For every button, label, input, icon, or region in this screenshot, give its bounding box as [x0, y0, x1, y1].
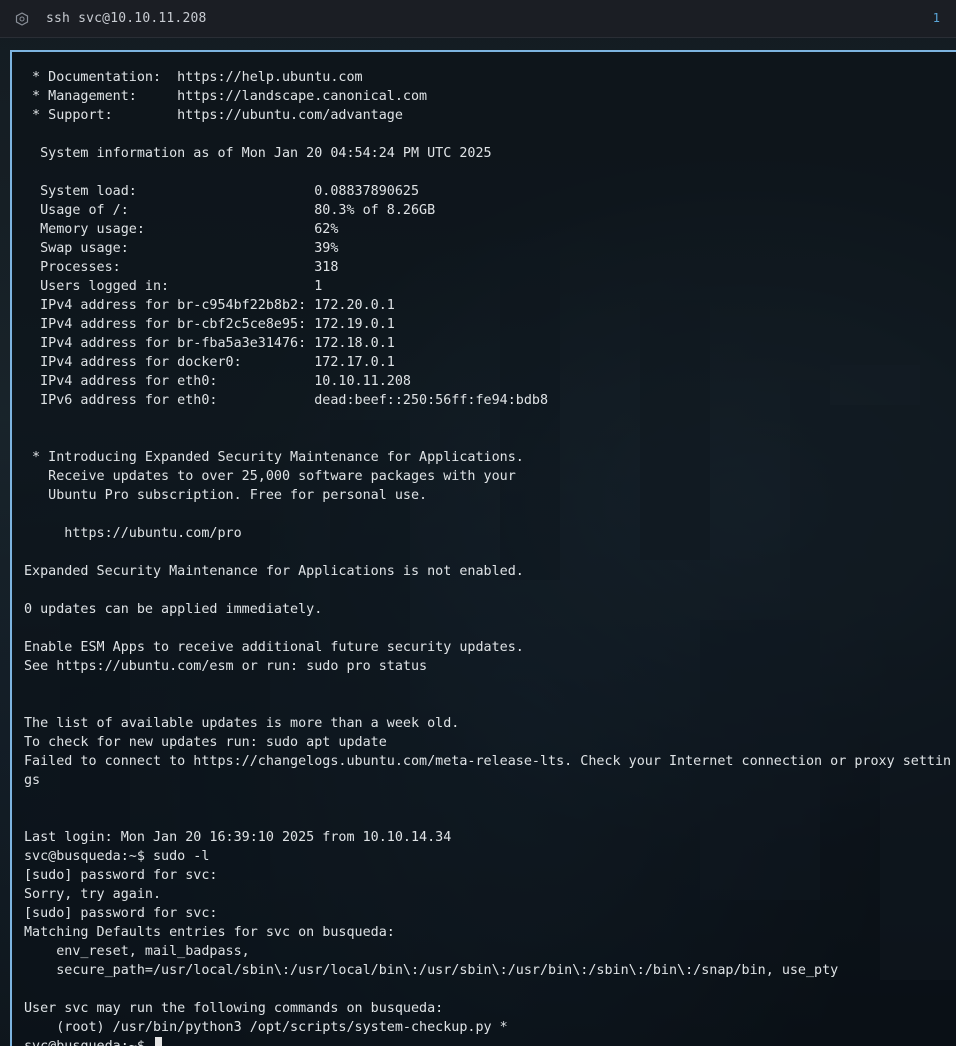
terminal-line: User svc may run the following commands … [24, 1001, 444, 1016]
terminal-line: * Management: https://landscape.canonica… [24, 89, 428, 104]
terminal-line: gs [24, 773, 41, 788]
terminal-line: Ubuntu Pro subscription. Free for person… [24, 488, 428, 503]
terminal-line: Processes: 318 [24, 260, 339, 275]
terminal-pane[interactable]: * Documentation: https://help.ubuntu.com… [10, 50, 956, 1046]
terminal-line: IPv6 address for eth0: dead:beef::250:56… [24, 393, 549, 408]
terminal-line: Users logged in: 1 [24, 279, 323, 294]
shell-prompt: svc@busqueda:~$ [24, 1039, 153, 1046]
text-cursor [155, 1037, 162, 1046]
terminal-line: [sudo] password for svc: [24, 868, 218, 883]
terminal-line: IPv4 address for eth0: 10.10.11.208 [24, 374, 411, 389]
terminal-line: Swap usage: 39% [24, 241, 339, 256]
terminal-line: The list of available updates is more th… [24, 716, 460, 731]
terminal-line: (root) /usr/bin/python3 /opt/scripts/sys… [24, 1020, 508, 1035]
terminal-line: To check for new updates run: sudo apt u… [24, 735, 387, 750]
terminal-line: Last login: Mon Jan 20 16:39:10 2025 fro… [24, 830, 452, 845]
terminal-line: Usage of /: 80.3% of 8.26GB [24, 203, 436, 218]
terminal-line: secure_path=/usr/local/sbin\:/usr/local/… [24, 963, 839, 978]
terminal-line: * Introducing Expanded Security Maintena… [24, 450, 524, 465]
terminal-line: Memory usage: 62% [24, 222, 339, 237]
terminal-line: env_reset, mail_badpass, [24, 944, 250, 959]
terminal-line: IPv4 address for br-fba5a3e31476: 172.18… [24, 336, 395, 351]
terminal-line: IPv4 address for br-cbf2c5ce8e95: 172.19… [24, 317, 395, 332]
terminal-line: 0 updates can be applied immediately. [24, 602, 323, 617]
terminal-line: Sorry, try again. [24, 887, 162, 902]
tab-count-badge[interactable]: 1 [933, 11, 940, 25]
terminal-prompt-line[interactable]: svc@busqueda:~$ [24, 1037, 954, 1046]
terminal-line: IPv4 address for br-c954bf22b8b2: 172.20… [24, 298, 395, 313]
terminal-line: Receive updates to over 25,000 software … [24, 469, 516, 484]
terminal-line: https://ubuntu.com/pro [24, 526, 242, 541]
terminal-line: See https://ubuntu.com/esm or run: sudo … [24, 659, 428, 674]
terminal-line: * Documentation: https://help.ubuntu.com [24, 70, 363, 85]
terminal-line: [sudo] password for svc: [24, 906, 218, 921]
terminal-output: * Documentation: https://help.ubuntu.com… [24, 68, 954, 1046]
terminal-line: * Support: https://ubuntu.com/advantage [24, 108, 403, 123]
terminal-line: System information as of Mon Jan 20 04:5… [24, 146, 492, 161]
terminal-line: Failed to connect to https://changelogs.… [24, 754, 952, 769]
terminal-app-icon [14, 11, 30, 27]
terminal-line: Matching Defaults entries for svc on bus… [24, 925, 395, 940]
terminal-line: System load: 0.08837890625 [24, 184, 420, 199]
terminal-line: IPv4 address for docker0: 172.17.0.1 [24, 355, 395, 370]
window-title: ssh svc@10.10.11.208 [46, 11, 207, 26]
terminal-titlebar: ssh svc@10.10.11.208 1 [0, 0, 956, 38]
terminal-line: Enable ESM Apps to receive additional fu… [24, 640, 524, 655]
terminal-line: svc@busqueda:~$ sudo -l [24, 849, 210, 864]
terminal-line: Expanded Security Maintenance for Applic… [24, 564, 524, 579]
